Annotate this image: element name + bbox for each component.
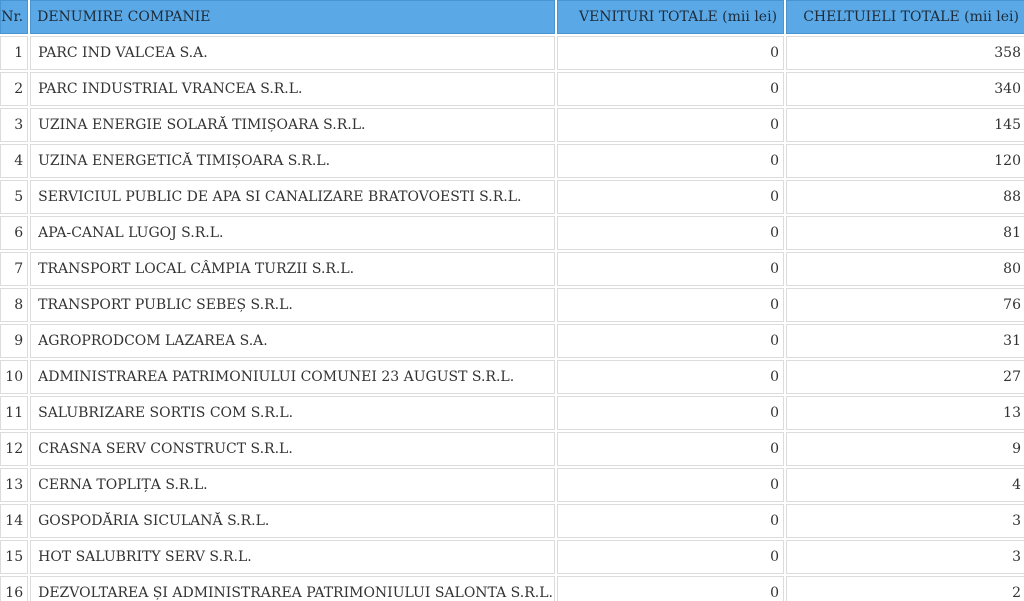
table-row: 15 HOT SALUBRITY SERV S.R.L. 0 3 [0,540,1024,574]
row-number-cell: 11 [0,396,29,430]
table-row: 13 CERNA TOPLIȚA S.R.L. 0 4 [0,468,1024,502]
expenses-cell: 4 [786,468,1024,502]
expenses-cell: 76 [786,288,1024,322]
expenses-cell: 80 [786,252,1024,286]
row-number-cell: 8 [0,288,29,322]
table-row: 6 APA-CANAL LUGOJ S.R.L. 0 81 [0,216,1024,250]
company-name-cell: SALUBRIZARE SORTIS COM S.R.L. [30,396,556,430]
company-name-cell: DEZVOLTAREA ȘI ADMINISTRAREA PATRIMONIUL… [30,576,556,601]
revenue-cell: 0 [557,576,785,601]
table-row: 3 UZINA ENERGIE SOLARĂ TIMIȘOARA S.R.L. 0 1… [0,108,1024,142]
revenue-cell: 0 [557,180,785,214]
company-name-cell: AGROPRODCOM LAZAREA S.A. [30,324,556,358]
header-row: Nr. DENUMIRE COMPANIE VENITURI TOTALE (m… [0,0,1024,34]
row-number-cell: 9 [0,324,29,358]
table-row: 9 AGROPRODCOM LAZAREA S.A. 0 31 [0,324,1024,358]
table-row: 11 SALUBRIZARE SORTIS COM S.R.L. 0 13 [0,396,1024,430]
revenue-cell: 0 [557,216,785,250]
expenses-cell: 9 [786,432,1024,466]
table-row: 8 TRANSPORT PUBLIC SEBEȘ S.R.L. 0 76 [0,288,1024,322]
table-row: 12 CRASNA SERV CONSTRUCT S.R.L. 0 9 [0,432,1024,466]
company-name-cell: PARC INDUSTRIAL VRANCEA S.R.L. [30,72,556,106]
revenue-cell: 0 [557,468,785,502]
expenses-cell: 31 [786,324,1024,358]
expenses-cell: 27 [786,360,1024,394]
row-number-cell: 4 [0,144,29,178]
column-header-revenue[interactable]: VENITURI TOTALE (mii lei) [557,0,785,34]
expenses-cell: 2 [786,576,1024,601]
revenue-cell: 0 [557,72,785,106]
company-name-cell: TRANSPORT LOCAL CÂMPIA TURZII S.R.L. [30,252,556,286]
expenses-cell: 145 [786,108,1024,142]
revenue-cell: 0 [557,252,785,286]
table-body: 1 PARC IND VALCEA S.A. 0 358 2 PARC INDUSTRIA… [0,36,1024,601]
revenue-cell: 0 [557,36,785,70]
expenses-cell: 3 [786,504,1024,538]
column-header-expenses[interactable]: CHELTUIELI TOTALE (mii lei) [786,0,1024,34]
table-row: 5 SERVICIUL PUBLIC DE APA SI CANALIZARE B… [0,180,1024,214]
company-name-cell: GOSPODĂRIA SICULANĂ S.R.L. [30,504,556,538]
revenue-cell: 0 [557,504,785,538]
companies-table: Nr. DENUMIRE COMPANIE VENITURI TOTALE (m… [0,0,1024,601]
revenue-cell: 0 [557,324,785,358]
column-header-nr[interactable]: Nr. [0,0,29,34]
expenses-cell: 340 [786,72,1024,106]
company-name-cell: SERVICIUL PUBLIC DE APA SI CANALIZARE BR… [30,180,556,214]
company-name-cell: CRASNA SERV CONSTRUCT S.R.L. [30,432,556,466]
row-number-cell: 5 [0,180,29,214]
table-row: 7 TRANSPORT LOCAL CÂMPIA TURZII S.R.L. 0 80 [0,252,1024,286]
revenue-cell: 0 [557,108,785,142]
row-number-cell: 3 [0,108,29,142]
expenses-cell: 358 [786,36,1024,70]
company-name-cell: UZINA ENERGETICĂ TIMIȘOARA S.R.L. [30,144,556,178]
row-number-cell: 10 [0,360,29,394]
revenue-cell: 0 [557,432,785,466]
company-name-cell: TRANSPORT PUBLIC SEBEȘ S.R.L. [30,288,556,322]
row-number-cell: 15 [0,540,29,574]
company-name-cell: APA-CANAL LUGOJ S.R.L. [30,216,556,250]
table-row: 14 GOSPODĂRIA SICULANĂ S.R.L. 0 3 [0,504,1024,538]
table-row: 16 DEZVOLTAREA ȘI ADMINISTRAREA PATRIMONI… [0,576,1024,601]
company-name-cell: UZINA ENERGIE SOLARĂ TIMIȘOARA S.R.L. [30,108,556,142]
revenue-cell: 0 [557,540,785,574]
expenses-cell: 81 [786,216,1024,250]
company-name-cell: PARC IND VALCEA S.A. [30,36,556,70]
row-number-cell: 12 [0,432,29,466]
company-name-cell: ADMINISTRAREA PATRIMONIULUI COMUNEI 23 A… [30,360,556,394]
row-number-cell: 1 [0,36,29,70]
table-header: Nr. DENUMIRE COMPANIE VENITURI TOTALE (m… [0,0,1024,34]
revenue-cell: 0 [557,360,785,394]
row-number-cell: 14 [0,504,29,538]
expenses-cell: 120 [786,144,1024,178]
row-number-cell: 16 [0,576,29,601]
company-name-cell: CERNA TOPLIȚA S.R.L. [30,468,556,502]
revenue-cell: 0 [557,288,785,322]
row-number-cell: 7 [0,252,29,286]
revenue-cell: 0 [557,144,785,178]
revenue-cell: 0 [557,396,785,430]
table-row: 1 PARC IND VALCEA S.A. 0 358 [0,36,1024,70]
company-name-cell: HOT SALUBRITY SERV S.R.L. [30,540,556,574]
expenses-cell: 3 [786,540,1024,574]
expenses-cell: 88 [786,180,1024,214]
column-header-company-name[interactable]: DENUMIRE COMPANIE [30,0,556,34]
table-row: 10 ADMINISTRAREA PATRIMONIULUI COMUNEI 23… [0,360,1024,394]
row-number-cell: 13 [0,468,29,502]
row-number-cell: 2 [0,72,29,106]
row-number-cell: 6 [0,216,29,250]
table-row: 4 UZINA ENERGETICĂ TIMIȘOARA S.R.L. 0 120 [0,144,1024,178]
table-row: 2 PARC INDUSTRIAL VRANCEA S.R.L. 0 340 [0,72,1024,106]
expenses-cell: 13 [786,396,1024,430]
